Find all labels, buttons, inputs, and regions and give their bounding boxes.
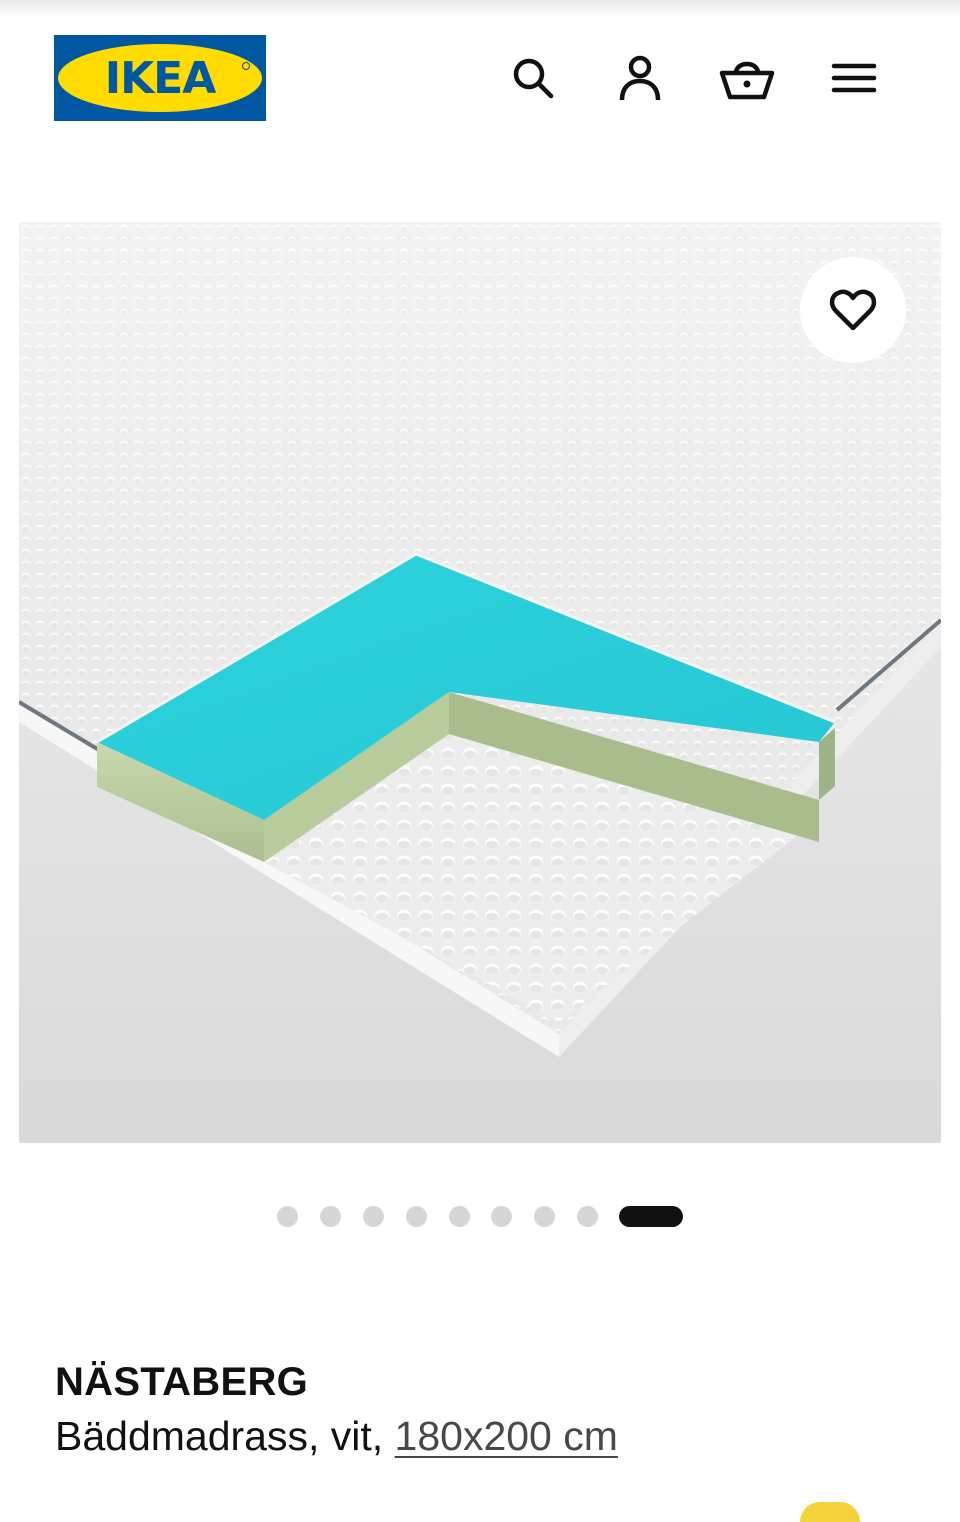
search-icon [513, 58, 554, 99]
floating-button-edge[interactable] [800, 1502, 860, 1522]
carousel-dot[interactable] [277, 1206, 298, 1227]
carousel-dot-active[interactable] [619, 1206, 683, 1227]
carousel-dot[interactable] [320, 1206, 341, 1227]
carousel-dot[interactable] [449, 1206, 470, 1227]
search-button[interactable] [505, 50, 561, 106]
product-name: NÄSTABERG [55, 1360, 309, 1404]
user-icon [619, 55, 661, 101]
product-description: Bäddmadrass, vit, 180x200 cm [55, 1409, 618, 1463]
carousel-dot[interactable] [406, 1206, 427, 1227]
basket-button[interactable] [719, 50, 775, 106]
site-header: IKEA [0, 0, 960, 150]
menu-button[interactable] [826, 50, 882, 106]
product-image [19, 222, 941, 1143]
product-image-gallery[interactable] [19, 222, 941, 1143]
product-description-text: Bäddmadrass, vit, [55, 1413, 384, 1459]
size-link[interactable]: 180x200 cm [395, 1413, 618, 1459]
basket-icon [719, 61, 775, 100]
carousel-dot[interactable] [491, 1206, 512, 1227]
account-button[interactable] [612, 50, 668, 106]
heart-icon [829, 289, 877, 331]
menu-icon [831, 63, 877, 93]
carousel-dot[interactable] [534, 1206, 555, 1227]
favorite-button[interactable] [800, 257, 906, 363]
carousel-dot[interactable] [363, 1206, 384, 1227]
ikea-logo[interactable]: IKEA [54, 35, 266, 121]
logo-wordmark: IKEA [105, 53, 217, 104]
carousel-indicator [0, 1204, 960, 1228]
carousel-dot[interactable] [577, 1206, 598, 1227]
